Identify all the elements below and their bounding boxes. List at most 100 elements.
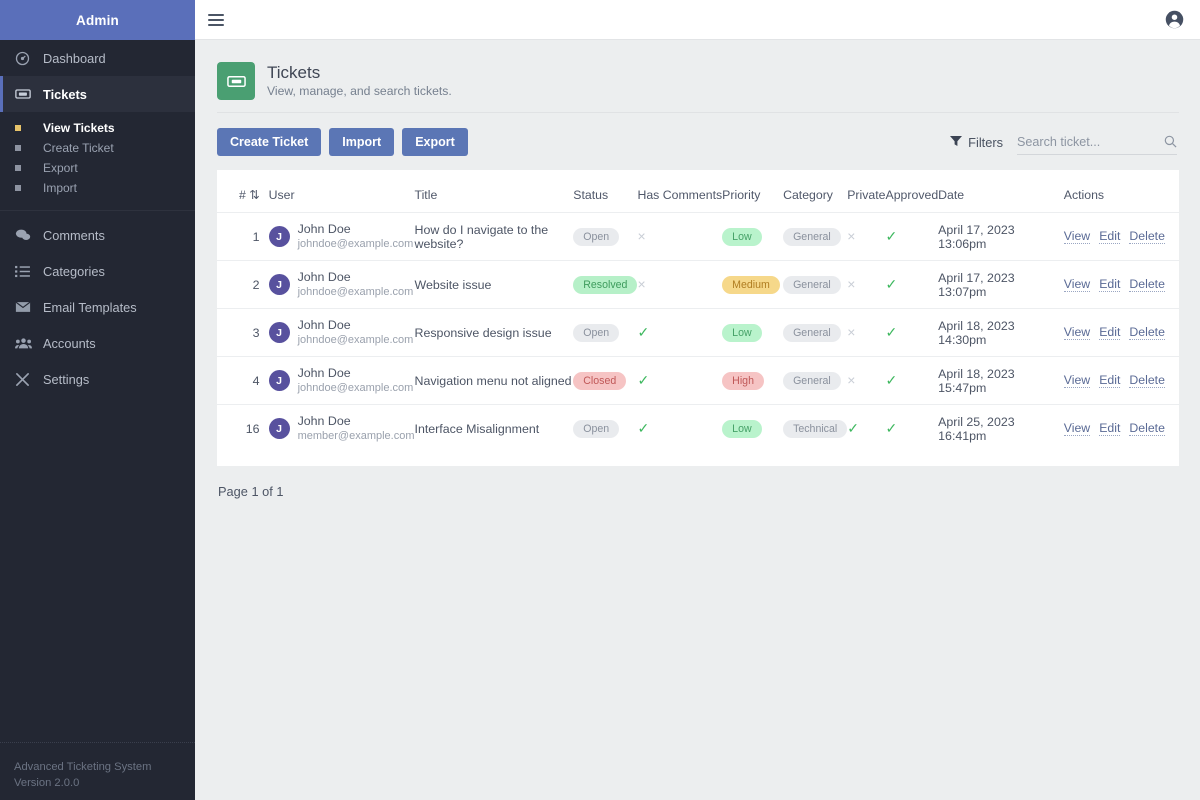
edit-link[interactable]: Edit (1099, 421, 1121, 436)
status-badge: Open (573, 227, 620, 246)
cell-status: Resolved (573, 260, 638, 309)
pagination-label: Page 1 of 1 (218, 484, 284, 499)
cell-priority: Low (722, 308, 784, 357)
cell-id: 3 (217, 308, 260, 357)
table-head: # ⇅ User Title Status Has Comments Prior… (217, 170, 1179, 213)
sidebar-item-tickets[interactable]: Tickets (0, 76, 195, 112)
sort-arrow-icon[interactable]: ⇅ (249, 188, 259, 202)
bullet-square-icon (15, 125, 43, 131)
sidebar-subitem-label: View Tickets (43, 121, 115, 135)
sidebar-subitem-create-ticket[interactable]: Create Ticket (0, 138, 195, 158)
sidebar-subnav-tickets: View Tickets Create Ticket Export Import (0, 112, 195, 206)
sidebar-subitem-export[interactable]: Export (0, 158, 195, 178)
search-input[interactable] (1017, 134, 1157, 149)
cell-private: ✓ (847, 404, 886, 452)
column-header-status[interactable]: Status (573, 170, 637, 213)
cell-approved: ✓ (885, 404, 939, 452)
delete-link[interactable]: Delete (1129, 421, 1165, 436)
cell-private: × (847, 356, 886, 405)
column-header-title[interactable]: Title (415, 170, 574, 213)
cell-user: J John Doe johndoe@example.com (259, 356, 415, 405)
sidebar-subitem-label: Import (43, 181, 78, 195)
user-name: John Doe (297, 366, 351, 380)
cell-category: General (783, 308, 848, 357)
users-icon (15, 337, 43, 350)
column-header-private[interactable]: Private (847, 170, 885, 213)
user-email: johndoe@example.com (297, 382, 414, 394)
export-button[interactable]: Export (402, 128, 468, 156)
cell-actions: View Edit Delete (1063, 404, 1179, 452)
check-icon: ✓ (637, 324, 650, 340)
cell-category: General (783, 260, 848, 309)
cross-icon: × (637, 276, 646, 292)
cell-category: Technical (783, 404, 848, 452)
user-circle-icon[interactable] (1165, 10, 1184, 29)
sidebar-item-settings[interactable]: Settings (0, 361, 195, 397)
check-icon: ✓ (885, 276, 898, 292)
cell-approved: ✓ (885, 356, 939, 405)
cell-date: April 17, 2023 13:06pm (938, 212, 1064, 261)
priority-badge: Low (722, 227, 762, 246)
page-title: Tickets (267, 63, 321, 82)
category-badge: General (783, 371, 841, 390)
import-button[interactable]: Import (329, 128, 395, 156)
cell-date: April 25, 2023 16:41pm (938, 404, 1064, 452)
view-link[interactable]: View (1063, 421, 1091, 436)
delete-link[interactable]: Delete (1129, 373, 1165, 388)
priority-badge: High (722, 371, 764, 390)
view-link[interactable]: View (1063, 373, 1091, 388)
sidebar-divider (0, 210, 195, 211)
hamburger-icon[interactable] (208, 11, 224, 29)
column-header-category[interactable]: Category (783, 170, 847, 213)
check-icon: ✓ (637, 420, 650, 436)
view-link[interactable]: View (1063, 229, 1091, 244)
cell-actions: View Edit Delete (1063, 308, 1179, 357)
table-row: 1 J John Doe johndoe@example.com How do I na… (217, 212, 1179, 261)
sidebar-item-label: Tickets (43, 86, 87, 102)
cross-icon: × (637, 228, 646, 244)
edit-link[interactable]: Edit (1099, 277, 1121, 292)
column-header-date[interactable]: Date (938, 170, 1064, 213)
funnel-icon (950, 135, 963, 150)
filters-button[interactable]: Filters (950, 135, 1003, 150)
page-header: Tickets View, manage, and search tickets… (217, 62, 1179, 100)
edit-link[interactable]: Edit (1099, 325, 1121, 340)
cell-title: Website issue (414, 260, 574, 309)
delete-link[interactable]: Delete (1129, 277, 1165, 292)
column-header-approved[interactable]: Approved (886, 170, 939, 213)
priority-badge: Low (722, 323, 762, 342)
sidebar-item-comments[interactable]: Comments (0, 217, 195, 253)
column-header-priority[interactable]: Priority (722, 170, 783, 213)
cell-status: Closed (573, 356, 638, 405)
sidebar-item-accounts[interactable]: Accounts (0, 325, 195, 361)
table-header-row: # ⇅ User Title Status Has Comments Prior… (217, 170, 1179, 213)
delete-link[interactable]: Delete (1129, 229, 1165, 244)
column-header-id[interactable]: # ⇅ (217, 170, 260, 213)
sidebar-subitem-view-tickets[interactable]: View Tickets (0, 118, 195, 138)
column-header-has-comments[interactable]: Has Comments (637, 170, 722, 213)
cell-id: 1 (217, 212, 260, 261)
column-header-user[interactable]: User (260, 170, 415, 213)
table-row: 4 J John Doe johndoe@example.com Navigation … (217, 356, 1179, 405)
sidebar-item-categories[interactable]: Categories (0, 253, 195, 289)
edit-link[interactable]: Edit (1099, 229, 1121, 244)
check-icon: ✓ (885, 324, 898, 340)
cell-has-comments: × (637, 212, 723, 261)
cell-date: April 17, 2023 13:07pm (938, 260, 1064, 309)
delete-link[interactable]: Delete (1129, 325, 1165, 340)
view-link[interactable]: View (1063, 325, 1091, 340)
check-icon: ✓ (637, 372, 650, 388)
edit-link[interactable]: Edit (1099, 373, 1121, 388)
sidebar-item-email-templates[interactable]: Email Templates (0, 289, 195, 325)
table-row: 2 J John Doe johndoe@example.com Website iss… (217, 260, 1179, 309)
create-ticket-button[interactable]: Create Ticket (217, 128, 322, 156)
search-icon[interactable] (1164, 135, 1177, 148)
cell-id: 4 (217, 356, 260, 405)
sidebar-item-dashboard[interactable]: Dashboard (0, 40, 195, 76)
view-link[interactable]: View (1063, 277, 1091, 292)
cell-has-comments: × (637, 260, 723, 309)
cell-title: Interface Misalignment (414, 404, 574, 452)
sidebar-subitem-import[interactable]: Import (0, 178, 195, 198)
sidebar: Admin Dashboard Tickets View Tickets Cre… (0, 0, 195, 800)
sidebar-subitem-label: Export (43, 161, 78, 175)
